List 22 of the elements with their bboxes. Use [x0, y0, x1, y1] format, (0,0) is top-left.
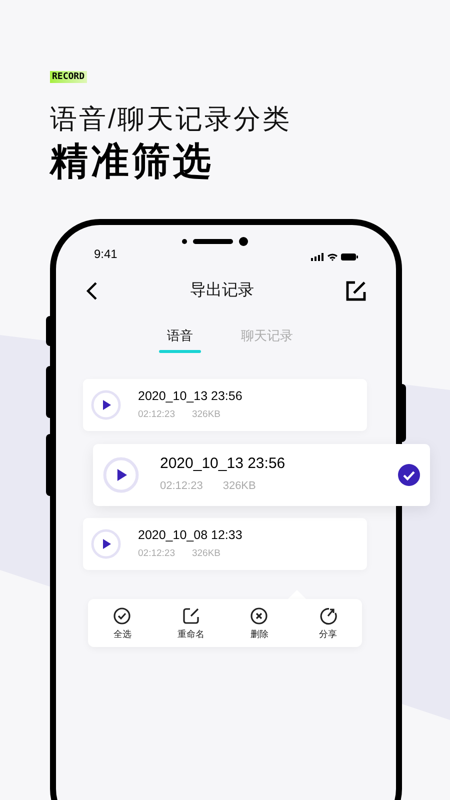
- record-size: 326KB: [192, 546, 221, 561]
- action-button[interactable]: 全选: [88, 606, 156, 640]
- record-title: 2020_10_13 23:56: [138, 388, 242, 404]
- record-title: 2020_10_08 12:33: [138, 526, 242, 543]
- record-card[interactable]: 2020_10_13 23:56 02:12:23 326KB: [83, 379, 367, 431]
- action-button[interactable]: 重命名: [156, 606, 225, 640]
- action-button[interactable]: 删除: [225, 606, 294, 640]
- record-title: 2020_10_13 23:56: [160, 454, 286, 474]
- headline: 语音/聊天记录分类: [50, 103, 293, 136]
- subheadline: 精准筛选: [50, 140, 215, 185]
- record-duration: 02:12:23: [160, 479, 203, 494]
- record-duration: 02:12:23: [138, 408, 175, 422]
- record-card[interactable]: 2020_10_08 12:33 02:12:23 326KB: [83, 518, 367, 570]
- record-duration: 02:12:23: [138, 546, 175, 561]
- action-button[interactable]: 分享: [294, 606, 362, 640]
- record-size: 326KB: [192, 408, 221, 422]
- tab[interactable]: 语音: [167, 328, 193, 349]
- status-time: 9:41: [94, 246, 118, 263]
- record-card[interactable]: 2020_10_13 23:56 02:12:23 326KB: [93, 444, 430, 506]
- record-badge: RECORD: [50, 71, 87, 83]
- record-size: 326KB: [222, 479, 256, 494]
- page-title: 导出记录: [189, 280, 255, 301]
